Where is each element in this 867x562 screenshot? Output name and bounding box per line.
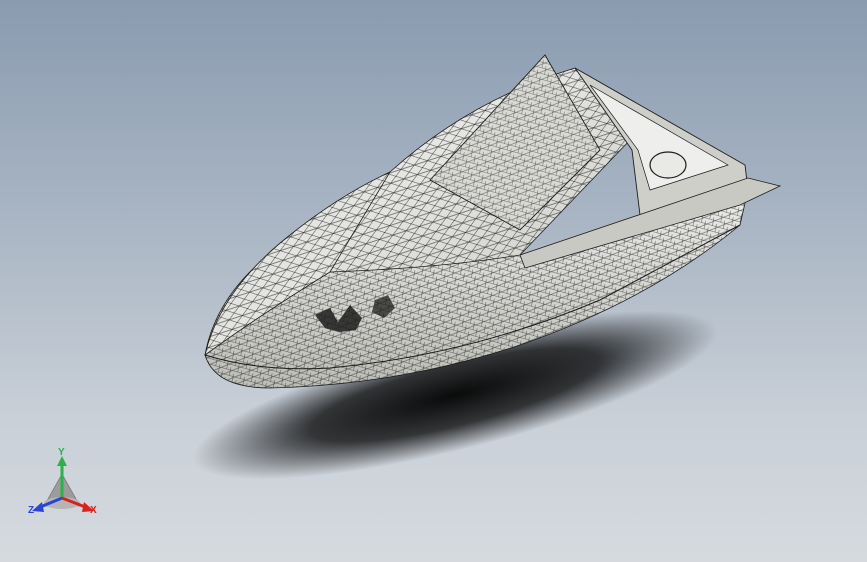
stern-opening[interactable]	[649, 151, 687, 179]
graphics-viewport[interactable]: Y X Z	[0, 0, 867, 562]
view-orientation-triad[interactable]: Y X Z	[22, 446, 108, 526]
x-axis-label: X	[90, 505, 97, 516]
z-axis-label: Z	[28, 505, 35, 516]
model-view[interactable]	[0, 0, 867, 562]
y-axis-label: Y	[58, 447, 65, 458]
